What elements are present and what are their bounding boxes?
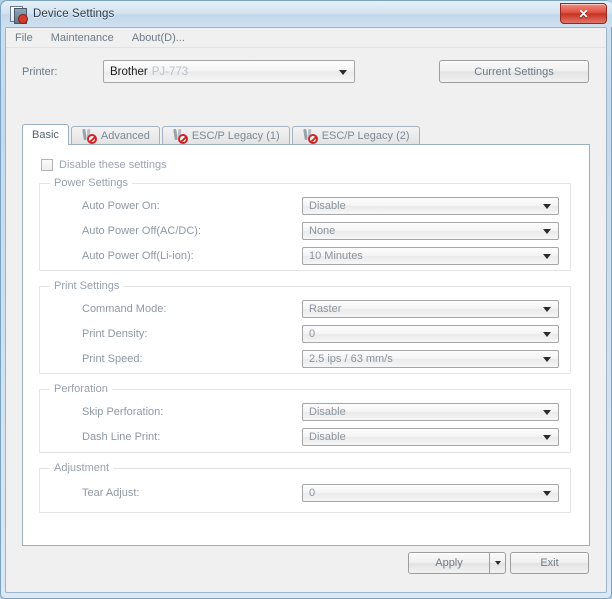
chevron-down-icon (543, 332, 551, 337)
chevron-down-icon (339, 69, 347, 75)
tab-escp-legacy-2[interactable]: ESC/P Legacy (2) (291, 126, 420, 145)
command-mode-select[interactable]: Raster (302, 300, 559, 318)
tear-adjust-select[interactable]: 0 (302, 484, 559, 502)
tab-escp-legacy-2-label: ESC/P Legacy (2) (321, 130, 410, 142)
title-bar[interactable]: Device Settings ✕ (1, 1, 612, 27)
dash-line-print-value: Disable (309, 431, 346, 443)
print-density-label: Print Density: (82, 328, 148, 340)
chevron-down-icon (543, 254, 551, 259)
disable-settings-label: Disable these settings (59, 159, 167, 171)
tab-advanced[interactable]: Advanced (70, 126, 160, 145)
window-title: Device Settings (33, 8, 115, 20)
chevron-down-icon (543, 229, 551, 234)
auto-power-on-select[interactable]: Disable (302, 197, 559, 215)
group-print-settings: Print Settings Command Mode: Raster Prin… (39, 280, 571, 374)
command-mode-value: Raster (309, 303, 342, 315)
group-print-settings-title: Print Settings (50, 280, 124, 292)
printer-select-model: PJ-773 (151, 65, 189, 78)
group-adjustment-title: Adjustment (50, 462, 114, 474)
apply-button[interactable]: Apply (408, 552, 489, 574)
tab-escp-legacy-1-label: ESC/P Legacy (1) (191, 130, 280, 142)
print-speed-select[interactable]: 2.5 ips / 63 mm/s (302, 350, 559, 368)
field-auto-power-on: Auto Power On: Disable (40, 197, 570, 215)
field-tear-adjust: Tear Adjust: 0 (40, 484, 570, 502)
skip-perforation-select[interactable]: Disable (302, 403, 559, 421)
tab-basic[interactable]: Basic (22, 124, 69, 145)
device-settings-window: Device Settings ✕ File Maintenance About… (0, 0, 612, 599)
field-skip-perforation: Skip Perforation: Disable (40, 403, 570, 421)
skip-perforation-label: Skip Perforation: (82, 406, 164, 418)
dash-line-print-label: Dash Line Print: (82, 431, 161, 443)
device-settings-icon (9, 5, 28, 24)
menu-bar: File Maintenance About(D)... (6, 28, 606, 48)
skip-perforation-value: Disable (309, 406, 346, 418)
tab-basic-label: Basic (32, 129, 59, 141)
auto-power-off-liion-label: Auto Power Off(Li-ion): (82, 250, 194, 262)
auto-power-off-acdc-value: None (309, 225, 336, 237)
exit-button[interactable]: Exit (510, 552, 589, 574)
apply-dropdown-button[interactable] (489, 552, 506, 574)
group-perforation-title: Perforation (50, 383, 112, 395)
menu-maintenance[interactable]: Maintenance (42, 30, 123, 46)
field-auto-power-off-liion: Auto Power Off(Li-ion): 10 Minutes (40, 247, 570, 265)
group-adjustment: Adjustment Tear Adjust: 0 (39, 462, 571, 513)
tab-escp-legacy-1[interactable]: ESC/P Legacy (1) (161, 126, 290, 145)
chevron-down-icon (543, 357, 551, 362)
basic-tab-panel: Disable these settings Power Settings Au… (22, 144, 590, 546)
tab-strip: Basic Advanced ESC/P Legacy (1) ESC/P Le… (22, 124, 590, 145)
current-settings-button[interactable]: Current Settings (439, 60, 589, 83)
command-mode-label: Command Mode: (82, 303, 167, 315)
field-command-mode: Command Mode: Raster (40, 300, 570, 318)
chevron-down-icon (543, 204, 551, 209)
print-speed-value: 2.5 ips / 63 mm/s (309, 353, 393, 365)
tab-advanced-label: Advanced (100, 130, 150, 142)
field-dash-line-print: Dash Line Print: Disable (40, 428, 570, 446)
field-auto-power-off-acdc: Auto Power Off(AC/DC): None (40, 222, 570, 240)
print-density-value: 0 (309, 328, 316, 340)
wrench-disabled-icon (172, 128, 188, 144)
dash-line-print-select[interactable]: Disable (302, 428, 559, 446)
auto-power-off-liion-value: 10 Minutes (309, 250, 363, 262)
chevron-down-icon (543, 435, 551, 440)
auto-power-off-liion-select[interactable]: 10 Minutes (302, 247, 559, 265)
group-power-settings: Power Settings Auto Power On: Disable Au… (39, 177, 571, 271)
close-icon[interactable]: ✕ (560, 3, 607, 24)
window-body: File Maintenance About(D)... Printer: Br… (5, 27, 607, 593)
checkbox-box[interactable] (41, 159, 53, 171)
tear-adjust-value: 0 (309, 487, 316, 499)
auto-power-off-acdc-select[interactable]: None (302, 222, 559, 240)
printer-row: Printer: Brother PJ-773 Current Settings (6, 60, 606, 84)
auto-power-on-value: Disable (309, 200, 346, 212)
auto-power-on-label: Auto Power On: (82, 200, 160, 212)
print-density-select[interactable]: 0 (302, 325, 559, 343)
chevron-down-icon (543, 491, 551, 496)
wrench-disabled-icon (81, 128, 97, 144)
field-print-speed: Print Speed: 2.5 ips / 63 mm/s (40, 350, 570, 368)
print-speed-label: Print Speed: (82, 353, 143, 365)
field-print-density: Print Density: 0 (40, 325, 570, 343)
menu-file[interactable]: File (6, 30, 42, 46)
apply-split-button[interactable]: Apply (408, 552, 506, 574)
wrench-disabled-icon (302, 128, 318, 144)
chevron-down-icon (543, 307, 551, 312)
group-perforation: Perforation Skip Perforation: Disable Da… (39, 383, 571, 453)
printer-label: Printer: (22, 66, 58, 78)
chevron-down-icon (543, 410, 551, 415)
auto-power-off-acdc-label: Auto Power Off(AC/DC): (82, 225, 201, 237)
chevron-down-icon (494, 561, 501, 565)
disable-settings-checkbox[interactable]: Disable these settings (41, 159, 167, 171)
printer-select-value: Brother (110, 65, 148, 78)
menu-about[interactable]: About(D)... (123, 30, 194, 46)
printer-select[interactable]: Brother PJ-773 (103, 60, 355, 83)
tear-adjust-label: Tear Adjust: (82, 487, 140, 499)
group-power-settings-title: Power Settings (50, 177, 132, 189)
